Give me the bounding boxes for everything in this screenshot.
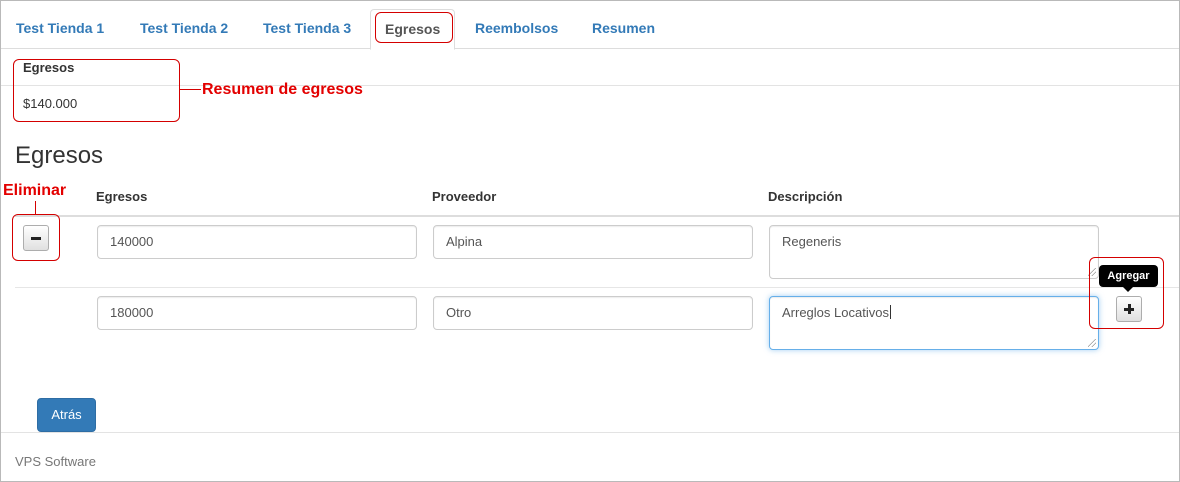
resize-handle[interactable] <box>1088 339 1096 347</box>
section-title: Egresos <box>15 142 104 169</box>
back-button[interactable]: Atrás <box>37 398 96 432</box>
description-text: Regeneris <box>782 234 842 249</box>
delete-annotation-label: Eliminar <box>3 182 67 199</box>
tab-resumen[interactable]: Resumen <box>578 9 669 49</box>
plus-icon <box>1124 304 1134 314</box>
description-textarea[interactable]: Regeneris <box>769 225 1099 279</box>
footer-text: VPS Software <box>15 454 96 469</box>
amount-input[interactable]: 140000 <box>97 225 417 259</box>
add-tooltip: Agregar <box>1099 265 1158 287</box>
add-tooltip-arrow <box>1123 287 1133 292</box>
footer-divider <box>1 432 1179 433</box>
delete-annotation-connector <box>35 201 36 214</box>
add-row-button[interactable] <box>1116 296 1142 322</box>
column-header-provider: Proveedor <box>432 189 497 204</box>
tab-test-tienda-1[interactable]: Test Tienda 1 <box>2 9 118 49</box>
description-textarea-focused[interactable]: Arreglos Locativos <box>769 296 1099 350</box>
row-divider <box>15 287 1179 288</box>
tab-test-tienda-2[interactable]: Test Tienda 2 <box>126 9 242 49</box>
summary-annotation-connector <box>180 89 201 90</box>
column-header-amount: Egresos <box>96 189 148 204</box>
minus-icon <box>31 236 41 240</box>
description-text: Arreglos Locativos <box>782 305 889 320</box>
column-header-description: Descripción <box>768 189 843 204</box>
tab-test-tienda-3[interactable]: Test Tienda 3 <box>249 9 365 49</box>
active-tab-highlight <box>375 12 453 43</box>
provider-input[interactable]: Otro <box>433 296 753 330</box>
tab-reembolsos[interactable]: Reembolsos <box>461 9 572 49</box>
tab-bar: Test Tienda 1 Test Tienda 2 Test Tienda … <box>1 1 1179 50</box>
summary-highlight-box <box>13 59 180 122</box>
provider-input[interactable]: Alpina <box>433 225 753 259</box>
text-cursor <box>889 305 891 319</box>
table-header-divider <box>15 215 1179 217</box>
amount-input[interactable]: 180000 <box>97 296 417 330</box>
delete-row-button[interactable] <box>23 225 49 251</box>
summary-annotation-label: Resumen de egresos <box>202 81 363 98</box>
